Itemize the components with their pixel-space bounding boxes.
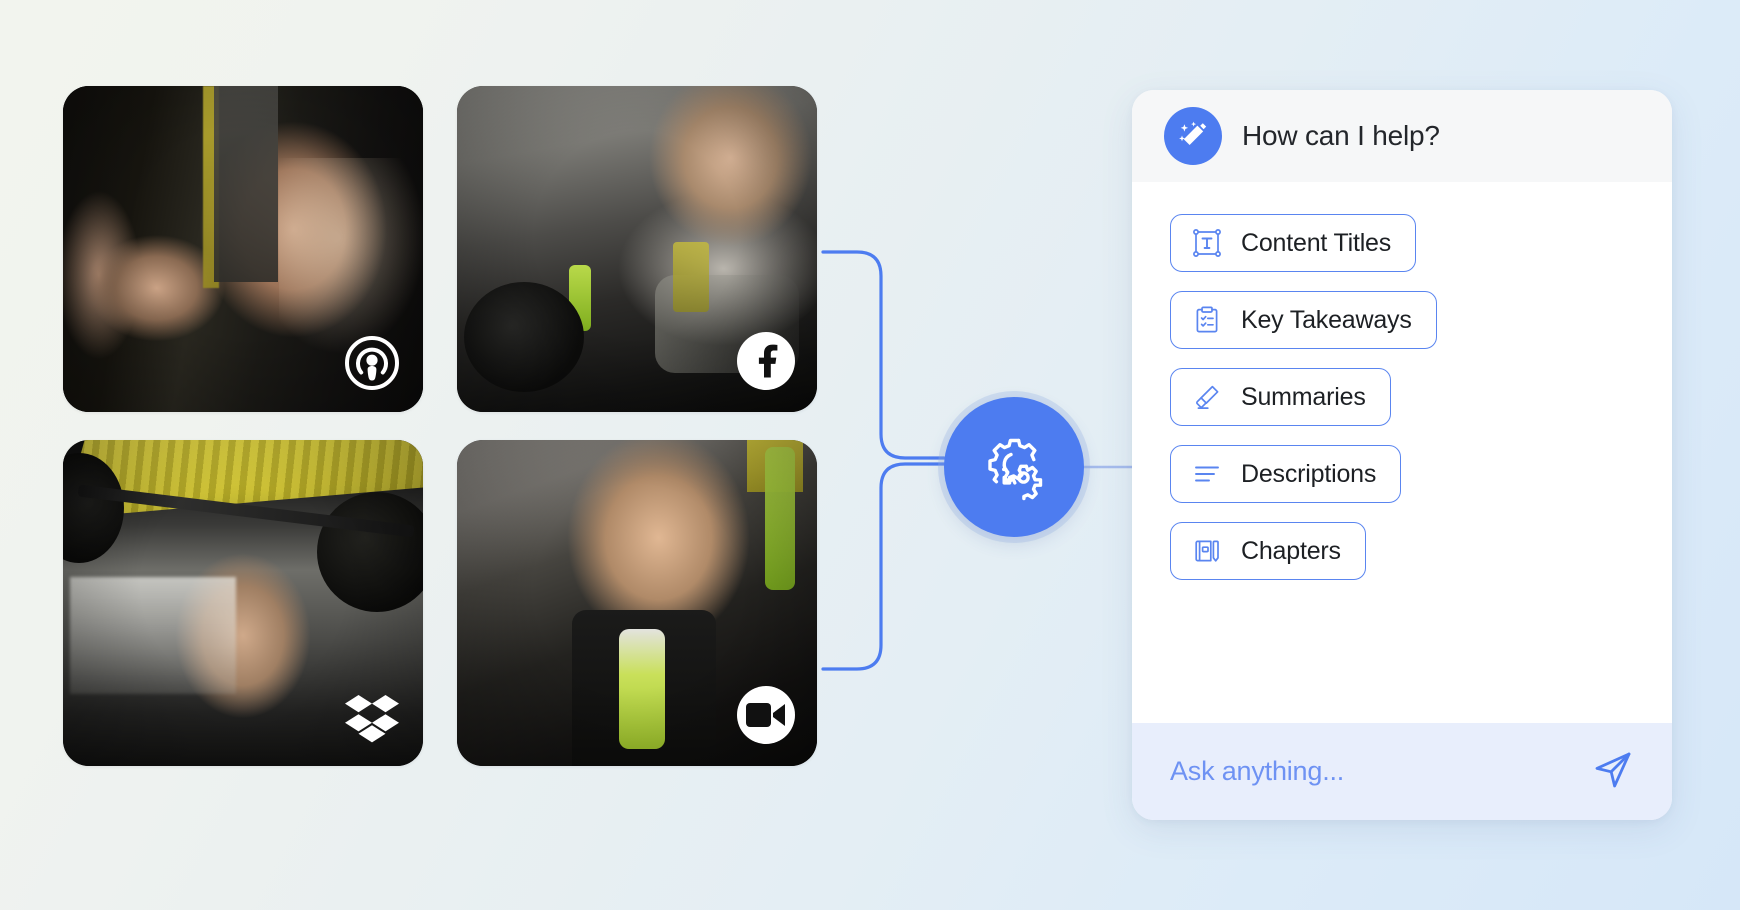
media-thumbnail-grid [63,86,823,812]
suggestion-chip-summaries[interactable]: Summaries [1170,368,1391,426]
media-thumbnail-1[interactable] [63,86,423,412]
suggestion-chip-label: Summaries [1241,382,1366,411]
suggestion-chip-key-takeaways[interactable]: Key Takeaways [1170,291,1437,349]
clipboard-checklist-icon [1191,304,1223,336]
book-icon [1191,535,1223,567]
search-input[interactable] [1170,756,1572,787]
suggestion-chip-label: Chapters [1241,536,1341,565]
suggestion-chip-content-titles[interactable]: Content Titles [1170,214,1417,272]
assistant-panel: How can I help? Content Titles Key Takea… [1132,90,1672,820]
send-button[interactable] [1588,747,1638,797]
gears-icon [977,428,1051,507]
suggestion-list: Content Titles Key Takeaways Summaries D… [1132,182,1672,723]
video-camera-icon [737,686,795,744]
suggestion-chip-label: Key Takeaways [1241,305,1412,334]
apple-podcasts-icon [343,334,401,392]
assistant-panel-header: How can I help? [1132,90,1672,182]
processing-hub-node[interactable] [944,397,1084,537]
media-thumbnail-4[interactable] [457,440,817,766]
suggestion-chip-label: Descriptions [1241,459,1377,488]
suggestion-chip-label: Content Titles [1241,228,1392,257]
media-thumbnail-3[interactable] [63,440,423,766]
facebook-icon [737,332,795,390]
text-frame-icon [1191,227,1223,259]
dropbox-icon [343,688,401,746]
text-lines-icon [1191,458,1223,490]
page-title: How can I help? [1242,120,1440,151]
send-paper-plane-icon [1591,748,1635,795]
media-thumbnail-2[interactable] [457,86,817,412]
highlighter-pen-icon [1191,381,1223,413]
magic-wand-icon [1164,107,1222,165]
suggestion-chip-chapters[interactable]: Chapters [1170,522,1366,580]
assistant-input-bar [1132,723,1672,820]
suggestion-chip-descriptions[interactable]: Descriptions [1170,445,1402,503]
